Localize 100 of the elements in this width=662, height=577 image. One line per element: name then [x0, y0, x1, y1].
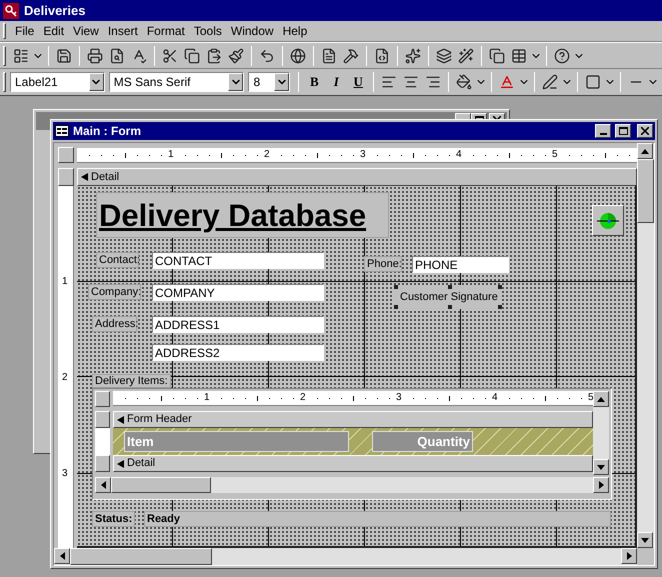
scroll-up-button[interactable] — [637, 143, 653, 159]
scroll-down-button[interactable] — [593, 459, 609, 475]
save-icon[interactable] — [56, 48, 72, 64]
underline-button[interactable]: U — [347, 72, 370, 92]
section-selector[interactable] — [95, 411, 110, 428]
text-box[interactable]: PHONE — [412, 256, 509, 273]
arrow-icon — [597, 464, 605, 470]
menu-item[interactable]: Insert — [104, 22, 142, 40]
wand-icon[interactable] — [458, 48, 474, 64]
maximize-icon — [618, 127, 628, 135]
section-bar[interactable]: Detail — [77, 168, 637, 186]
section-title: Detail — [91, 170, 120, 185]
scroll-down-button[interactable] — [637, 532, 653, 548]
minimize-button[interactable] — [595, 124, 611, 138]
menu-item[interactable]: Tools — [190, 22, 226, 40]
command-button[interactable] — [592, 205, 624, 236]
section-bar[interactable]: Detail — [113, 455, 593, 472]
windows-icon[interactable] — [489, 48, 505, 64]
window-title: Deliveries — [24, 2, 86, 20]
font-combo[interactable]: MS Sans Serif — [108, 72, 244, 92]
menu-item[interactable]: Format — [142, 22, 189, 40]
section-icon — [117, 416, 124, 424]
field-label[interactable]: Company: — [88, 284, 141, 300]
arrow-icon — [641, 148, 649, 154]
sparkle-icon[interactable] — [405, 48, 421, 64]
field-label[interactable]: Status: — [92, 511, 136, 527]
copy-icon[interactable] — [184, 48, 200, 64]
paint-bucket-icon[interactable] — [456, 74, 472, 90]
undo-icon[interactable] — [259, 48, 275, 64]
bold-button[interactable]: B — [303, 72, 326, 92]
status-box[interactable]: Ready — [144, 511, 611, 527]
view-icon[interactable] — [13, 48, 29, 64]
window-title: Main : Form — [73, 123, 142, 140]
print-preview-icon[interactable] — [109, 48, 125, 64]
minimize-icon — [600, 133, 606, 135]
field-label[interactable]: Customer Signature — [394, 285, 502, 309]
arrow-icon — [626, 552, 632, 560]
code-icon[interactable] — [374, 48, 390, 64]
form-heading[interactable]: Delivery Database — [96, 192, 389, 238]
scroll-right-button[interactable] — [621, 548, 637, 564]
pen-icon[interactable] — [542, 74, 558, 90]
scroll-left-button[interactable] — [95, 477, 111, 493]
subform-label[interactable]: Delivery Items: — [92, 374, 171, 388]
ruler-number: 2 — [62, 372, 68, 384]
text-box[interactable]: CONTACT — [152, 252, 324, 269]
text-box[interactable]: ADDRESS1 — [152, 316, 324, 333]
ruler-number: 1 — [62, 276, 68, 288]
globe-icon[interactable] — [290, 48, 306, 64]
menu-item[interactable]: Help — [278, 22, 312, 40]
align-right-icon[interactable] — [425, 74, 442, 90]
arrow-icon — [641, 538, 649, 542]
close-icon — [641, 127, 649, 135]
object-combo[interactable]: Label21 — [10, 72, 105, 92]
document-icon[interactable] — [321, 48, 337, 64]
section-selector[interactable] — [95, 455, 110, 472]
close-button[interactable] — [637, 124, 653, 138]
arrow-icon — [597, 396, 605, 402]
section-selector[interactable] — [58, 168, 74, 186]
menu-item[interactable]: Edit — [39, 22, 68, 40]
help-icon[interactable] — [554, 48, 570, 64]
arrow-icon — [60, 552, 64, 560]
layers-icon[interactable] — [436, 48, 452, 64]
form-icon — [55, 125, 69, 137]
text-box[interactable]: COMPANY — [152, 284, 324, 301]
maximize-button[interactable] — [615, 124, 631, 138]
table-icon[interactable] — [511, 48, 527, 64]
printer-icon[interactable] — [87, 48, 103, 64]
size-box — [637, 548, 654, 565]
arrow-icon — [598, 481, 604, 489]
scroll-thumb[interactable] — [111, 477, 211, 493]
scroll-right-button[interactable] — [593, 477, 609, 493]
globe-icon — [596, 210, 620, 230]
align-left-icon[interactable] — [381, 74, 398, 90]
menu-item[interactable]: File — [11, 22, 38, 40]
section-icon — [117, 460, 124, 468]
subform-control[interactable]: 1 2 3 4 5 Form Header Item Quantity Detail — [92, 388, 612, 500]
hammer-icon[interactable] — [343, 48, 359, 64]
scroll-left-button[interactable] — [54, 548, 70, 564]
font-color-icon[interactable] — [499, 74, 516, 90]
section-title: Form Header — [127, 412, 192, 428]
ruler-corner[interactable] — [58, 147, 74, 163]
scroll-thumb[interactable] — [637, 159, 654, 223]
ruler-corner[interactable] — [95, 391, 110, 407]
paste-icon[interactable] — [206, 48, 222, 64]
align-center-icon[interactable] — [403, 74, 420, 90]
brush-icon[interactable] — [228, 48, 244, 64]
section-bar[interactable]: Form Header — [113, 411, 593, 428]
scroll-thumb[interactable] — [70, 548, 212, 565]
field-label[interactable]: Phone: — [364, 256, 402, 272]
field-label[interactable]: Address: — [92, 316, 137, 332]
scissors-icon[interactable] — [162, 48, 178, 64]
italic-button[interactable]: I — [325, 72, 348, 92]
scroll-up-button[interactable] — [593, 391, 609, 407]
arrow-icon — [100, 481, 106, 489]
field-label[interactable]: Contact: — [96, 252, 139, 268]
menu-item[interactable]: Window — [226, 22, 278, 40]
border-icon[interactable] — [585, 74, 602, 90]
menu-item[interactable]: View — [69, 22, 103, 40]
text-box[interactable]: ADDRESS2 — [152, 344, 324, 361]
font-size-combo[interactable]: 8 — [248, 72, 290, 92]
